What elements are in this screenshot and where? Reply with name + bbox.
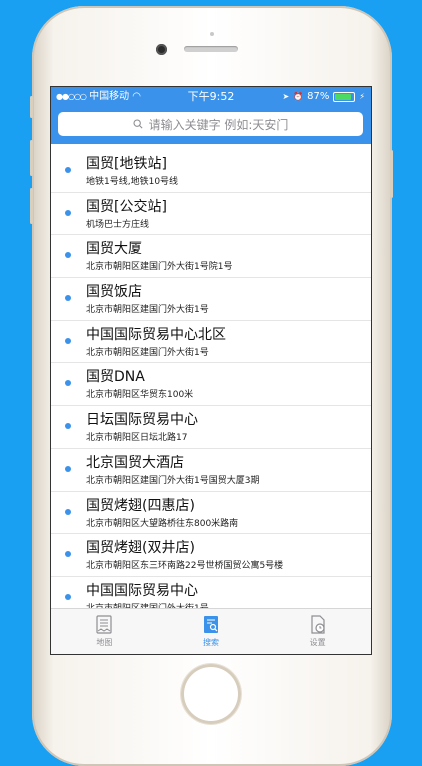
tab-search-label: 搜索	[203, 638, 219, 647]
list-item[interactable]: 北京国贸大酒店北京市朝阳区建国门外大街1号国贸大厦3期	[51, 449, 371, 492]
map-document-icon	[96, 615, 112, 634]
front-camera	[156, 44, 167, 55]
search-icon	[133, 119, 143, 129]
search-input[interactable]: 请输入关键字 例如:天安门	[58, 112, 363, 136]
tab-bar: 地图 搜索 设置	[51, 608, 371, 654]
bullet-dot-icon	[65, 465, 71, 472]
result-title: 北京国贸大酒店	[86, 454, 184, 471]
proximity-sensor	[210, 32, 214, 36]
battery-percent: 87%	[307, 91, 330, 102]
phone-screen: ●●○○○ 中国移动 ◠ 下午9:52 ➤ ⏰ 87% ⚡ 请输入关键字 例如:…	[51, 87, 371, 654]
bullet-dot-icon	[65, 337, 71, 344]
result-title: 国贸烤翅(双井店)	[86, 540, 195, 557]
list-item[interactable]: 国贸烤翅(双井店) 北京市朝阳区东三环南路22号世桥国贸公寓5号楼	[51, 534, 371, 577]
alarm-clock-icon: ⏰	[293, 92, 304, 101]
volume-up-button	[30, 140, 33, 176]
earpiece-speaker	[184, 46, 238, 52]
status-right: ➤ ⏰ 87% ⚡	[282, 87, 365, 107]
status-bar: ●●○○○ 中国移动 ◠ 下午9:52 ➤ ⏰ 87% ⚡	[51, 87, 371, 107]
result-title: 国贸[地铁站]	[86, 156, 167, 172]
result-address: 北京市朝阳区建国门外大街1号国贸大厦3期	[86, 475, 260, 486]
charging-bolt-icon: ⚡	[359, 92, 365, 101]
result-title: 国贸DNA	[86, 369, 145, 386]
list-item[interactable]: 国贸[地铁站] 地铁1号线,地铁10号线	[51, 150, 371, 193]
list-item[interactable]: 国贸大厦北京市朝阳区建国门外大街1号院1号	[51, 235, 371, 279]
app-header: ●●○○○ 中国移动 ◠ 下午9:52 ➤ ⏰ 87% ⚡ 请输入关键字 例如:…	[51, 87, 371, 144]
result-list: 国贸[地铁站] 地铁1号线,地铁10号线国贸[公交站] 机场巴士方庄线国贸大厦北京市…	[51, 150, 371, 620]
result-address: 北京市朝阳区建国门外大街1号院1号	[86, 262, 233, 273]
result-address: 北京市朝阳区东三环南路22号世桥国贸公寓5号楼	[86, 561, 284, 572]
bullet-dot-icon	[65, 593, 71, 600]
volume-down-button	[30, 188, 33, 224]
bullet-dot-icon	[65, 252, 71, 259]
bullet-dot-icon	[65, 551, 71, 558]
tab-settings-label: 设置	[309, 638, 326, 647]
location-arrow-icon: ➤	[282, 92, 290, 101]
bullet-dot-icon	[65, 380, 71, 387]
tab-map[interactable]: 地图	[51, 609, 158, 654]
settings-clock-icon	[311, 615, 325, 634]
result-address: 北京市朝阳区华贸东100米	[86, 390, 194, 401]
bullet-dot-icon	[65, 209, 71, 216]
result-title: 日坛国际贸易中心	[86, 412, 198, 429]
result-address: 机场巴士方庄线	[86, 219, 150, 230]
power-button	[390, 150, 393, 198]
search-placeholder: 请输入关键字 例如:天安门	[148, 117, 289, 132]
mute-switch	[30, 96, 33, 118]
result-address: 北京市朝阳区日坛北路17	[86, 433, 188, 444]
tab-settings[interactable]: 设置	[264, 609, 371, 654]
result-address: 北京市朝阳区建国门外大街1号	[86, 305, 209, 316]
home-button[interactable]	[181, 664, 241, 724]
tab-search[interactable]: 搜索	[158, 609, 265, 654]
list-item[interactable]: 国贸DNA 北京市朝阳区华贸东100米	[51, 363, 371, 407]
bullet-dot-icon	[65, 167, 71, 173]
result-address: 北京市朝阳区建国门外大街1号	[86, 347, 209, 358]
result-title: 国贸[公交站]	[86, 198, 167, 215]
list-item[interactable]: 国贸烤翅(四惠店) 北京市朝阳区大望路桥往东800米路南	[51, 492, 371, 535]
result-title: 中国国际贸易中心	[86, 582, 198, 599]
result-title: 国贸大厦	[86, 241, 142, 258]
tab-map-label: 地图	[96, 638, 113, 647]
list-item[interactable]: 国贸饭店北京市朝阳区建国门外大街1号	[51, 278, 371, 321]
result-title: 国贸饭店	[86, 284, 142, 301]
result-title: 国贸烤翅(四惠店)	[86, 497, 195, 514]
result-title: 中国国际贸易中心北区	[86, 326, 226, 343]
bullet-dot-icon	[65, 423, 71, 430]
bullet-dot-icon	[65, 508, 71, 515]
battery-icon	[333, 92, 356, 102]
search-document-icon	[204, 616, 218, 633]
list-item[interactable]: 国贸[公交站] 机场巴士方庄线	[51, 193, 371, 236]
result-address: 地铁1号线,地铁10号线	[86, 177, 179, 187]
list-item[interactable]: 日坛国际贸易中心北京市朝阳区日坛北路17	[51, 406, 371, 449]
list-item[interactable]: 中国国际贸易中心北区北京市朝阳区建国门外大街1号	[51, 321, 371, 364]
result-address: 北京市朝阳区大望路桥往东800米路南	[86, 518, 239, 529]
bullet-dot-icon	[65, 295, 71, 302]
